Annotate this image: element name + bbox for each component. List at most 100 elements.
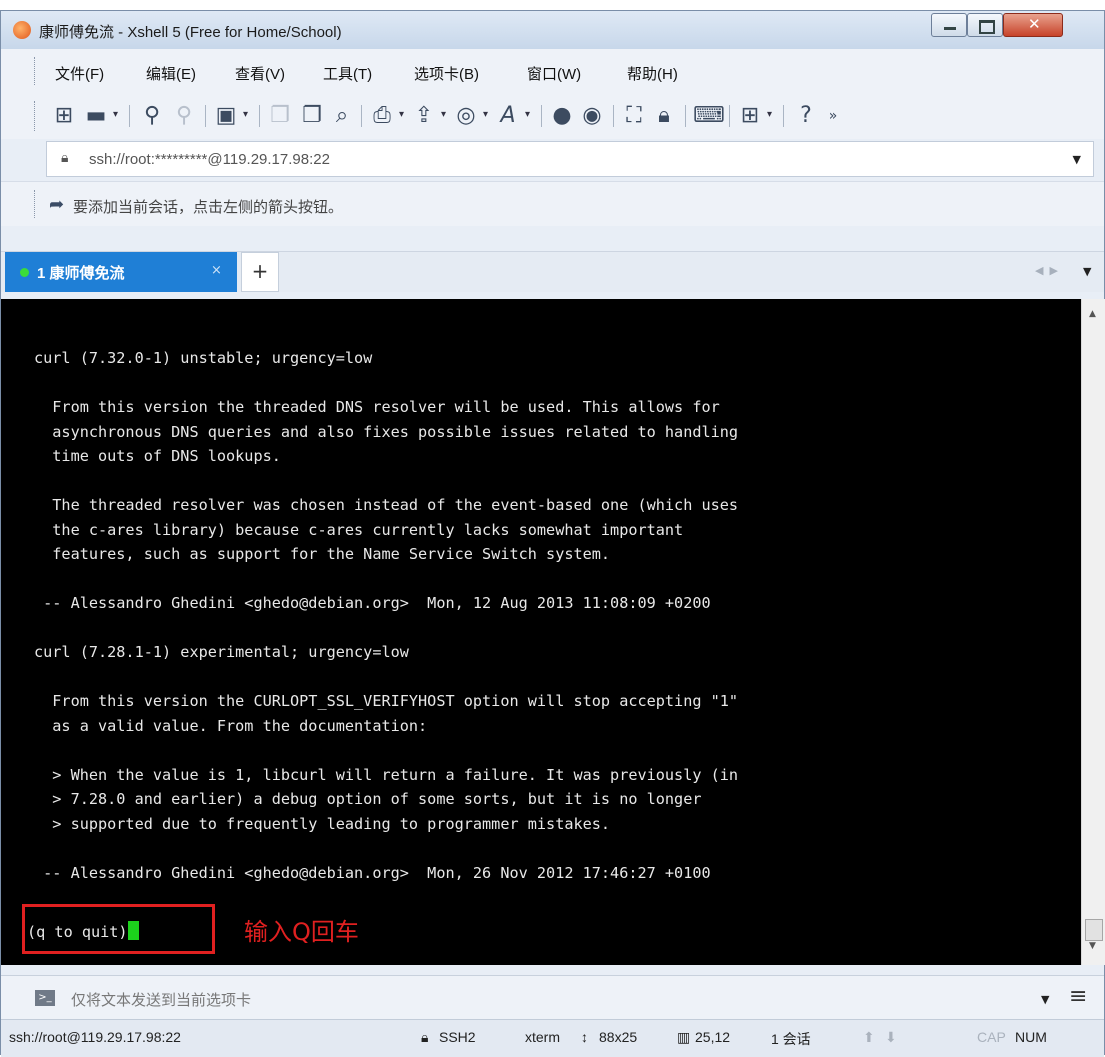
hintbar-grip bbox=[34, 190, 37, 218]
terminal-line: From this version the CURLOPT_SSL_VERIFY… bbox=[34, 692, 739, 710]
open-folder-icon[interactable]: ▬ bbox=[83, 103, 109, 129]
toolbar: ⊞ ▬ ▾ ⚲ ⚲ ▣ ▾ ❐ ❐ ⌕ ⎙ ▾ ⇪ ▾ ◎ ▾ A ▾ ● ◉ … bbox=[1, 93, 1104, 139]
toolbar-separator bbox=[541, 105, 542, 127]
close-button[interactable] bbox=[1003, 13, 1063, 37]
find-icon[interactable]: ⌕ bbox=[329, 103, 355, 129]
terminal-line: curl (7.32.0-1) unstable; urgency=low bbox=[34, 349, 373, 367]
terminal-line: the c-ares library) because c-ares curre… bbox=[34, 520, 684, 539]
lock-icon: 🔒︎ bbox=[421, 1029, 429, 1045]
status-terminal-type: xterm bbox=[525, 1029, 560, 1045]
menu-bar: 文件(F) 编辑(E) 查看(V) 工具(T) 选项卡(B) 窗口(W) 帮助(… bbox=[1, 49, 1104, 93]
maximize-button[interactable] bbox=[967, 13, 1003, 37]
menu-help[interactable]: 帮助(H) bbox=[627, 63, 678, 84]
terminal-line: > supported due to frequently leading to… bbox=[34, 814, 611, 833]
arrow-up-icon: ⬆ bbox=[863, 1029, 875, 1045]
resize-icon: ↕ bbox=[581, 1029, 588, 1045]
tab-session-1[interactable]: 1 康师傅免流 × bbox=[5, 252, 237, 292]
transfer-icon[interactable]: ⇪ bbox=[411, 103, 437, 129]
annotation-highlight-box bbox=[22, 904, 215, 954]
tab-label: 1 康师傅免流 bbox=[37, 265, 125, 282]
window-title: 康师傅免流 - Xshell 5 (Free for Home/School) bbox=[39, 24, 342, 41]
menu-file[interactable]: 文件(F) bbox=[55, 63, 104, 84]
menu-window[interactable]: 窗口(W) bbox=[527, 63, 581, 84]
toolbar-separator bbox=[129, 105, 130, 127]
add-session-arrow-icon[interactable]: ➦ bbox=[49, 194, 64, 215]
fullscreen-icon[interactable]: ⛶ bbox=[621, 103, 647, 129]
toolbar-separator bbox=[259, 105, 260, 127]
status-size: 88x25 bbox=[599, 1029, 638, 1045]
font-dropdown-icon[interactable]: ▾ bbox=[525, 109, 530, 120]
print-icon[interactable]: ⎙ bbox=[369, 103, 395, 129]
add-tab-button[interactable]: + bbox=[241, 252, 279, 292]
menu-icon[interactable]: ≡ bbox=[1069, 984, 1087, 1009]
tab-list-dropdown-icon[interactable]: ▼ bbox=[1083, 265, 1091, 278]
properties-icon[interactable]: ▣ bbox=[213, 103, 239, 129]
globe-icon[interactable]: ◎ bbox=[453, 103, 479, 129]
scroll-down-icon[interactable]: ▼ bbox=[1089, 941, 1096, 951]
toolbar-separator bbox=[783, 105, 784, 127]
terminal-line: features, such as support for the Name S… bbox=[34, 545, 611, 563]
compose-icon[interactable]: ⊞ bbox=[737, 103, 763, 129]
terminal-line: The threaded resolver was chosen instead… bbox=[34, 496, 739, 514]
compose-dropdown-icon[interactable]: ▾ bbox=[767, 109, 772, 120]
help-icon[interactable]: ? bbox=[793, 103, 819, 129]
status-num: NUM bbox=[1015, 1029, 1047, 1045]
xftp-icon[interactable]: ● bbox=[549, 103, 575, 129]
terminal-line: -- Alessandro Ghedini <ghedo@debian.org>… bbox=[34, 863, 711, 882]
send-dropdown-icon[interactable]: ▼ bbox=[1041, 993, 1049, 1006]
connected-status-icon bbox=[20, 268, 29, 277]
keyboard-icon[interactable]: ⌨ bbox=[693, 103, 725, 129]
terminal-line: From this version the threaded DNS resol… bbox=[34, 398, 720, 416]
menubar-grip bbox=[34, 57, 37, 85]
terminal-line: time outs of DNS lookups. bbox=[34, 447, 281, 465]
minimize-button[interactable] bbox=[931, 13, 967, 37]
tab-scroll-arrows-icon[interactable]: ◀▶ bbox=[1035, 264, 1064, 277]
status-sessions: 1 会话 bbox=[771, 1031, 811, 1047]
scroll-up-icon[interactable]: ▲ bbox=[1089, 309, 1096, 319]
hint-text: 要添加当前会话，点击左侧的箭头按钮。 bbox=[73, 199, 344, 216]
toolbar-separator bbox=[613, 105, 614, 127]
lock-icon: 🔒︎ bbox=[61, 150, 69, 166]
scrollbar-thumb[interactable] bbox=[1085, 919, 1103, 941]
chevron-down-icon[interactable]: ▼ bbox=[1073, 153, 1081, 166]
terminal-line: curl (7.28.1-1) experimental; urgency=lo… bbox=[34, 643, 409, 661]
address-bar[interactable]: 🔒︎ ssh://root:*********@119.29.17.98:22 … bbox=[46, 141, 1094, 177]
overflow-icon[interactable]: » bbox=[823, 103, 843, 129]
cursor-position-icon: ▥ bbox=[677, 1029, 691, 1045]
terminal-scrollbar[interactable]: ▲ ▼ bbox=[1081, 299, 1105, 965]
status-bar: ssh://root@119.29.17.98:22 🔒︎ SSH2 xterm… bbox=[1, 1019, 1104, 1057]
menu-tools[interactable]: 工具(T) bbox=[323, 63, 372, 84]
status-caps: CAP bbox=[977, 1029, 1006, 1045]
open-dropdown-icon[interactable]: ▾ bbox=[113, 109, 118, 120]
connect-icon[interactable]: ⚲ bbox=[139, 103, 165, 129]
new-session-icon[interactable]: ⊞ bbox=[51, 103, 77, 129]
xagent-icon[interactable]: ◉ bbox=[579, 103, 605, 129]
properties-dropdown-icon[interactable]: ▾ bbox=[243, 109, 248, 120]
menu-edit[interactable]: 编辑(E) bbox=[146, 63, 196, 84]
copy-icon: ❐ bbox=[270, 103, 290, 128]
toolbar-grip bbox=[34, 101, 37, 131]
paste-icon[interactable]: ❐ bbox=[299, 103, 325, 129]
title-bar: 康师傅免流 - Xshell 5 (Free for Home/School) bbox=[1, 11, 1104, 49]
address-value: ssh://root:*********@119.29.17.98:22 bbox=[89, 151, 330, 168]
transfer-dropdown-icon[interactable]: ▾ bbox=[441, 109, 446, 120]
session-hint-bar: ➦ 要添加当前会话，点击左侧的箭头按钮。 bbox=[1, 181, 1104, 226]
send-text-input[interactable]: 仅将文本发送到当前选项卡 bbox=[71, 989, 251, 1010]
toolbar-separator bbox=[205, 105, 206, 127]
toolbar-separator bbox=[685, 105, 686, 127]
menu-view[interactable]: 查看(V) bbox=[235, 63, 285, 84]
print-dropdown-icon[interactable]: ▾ bbox=[399, 109, 404, 120]
menu-tabs[interactable]: 选项卡(B) bbox=[414, 63, 479, 84]
globe-dropdown-icon[interactable]: ▾ bbox=[483, 109, 488, 120]
toolbar-separator bbox=[729, 105, 730, 127]
arrow-down-icon: ⬇ bbox=[885, 1029, 897, 1045]
tab-close-icon[interactable]: × bbox=[211, 263, 222, 278]
xshell-app-icon bbox=[13, 21, 31, 39]
font-icon[interactable]: A bbox=[495, 103, 521, 129]
terminal-area[interactable]: curl (7.32.0-1) unstable; urgency=low Fr… bbox=[1, 299, 1081, 965]
annotation-label: 输入Q回车 bbox=[244, 918, 359, 946]
status-cursor: 25,12 bbox=[695, 1029, 731, 1045]
lock-icon[interactable]: 🔒︎ bbox=[651, 103, 677, 129]
top-crop-strip bbox=[0, 0, 1105, 10]
send-prompt-icon: >_ bbox=[35, 990, 55, 1006]
